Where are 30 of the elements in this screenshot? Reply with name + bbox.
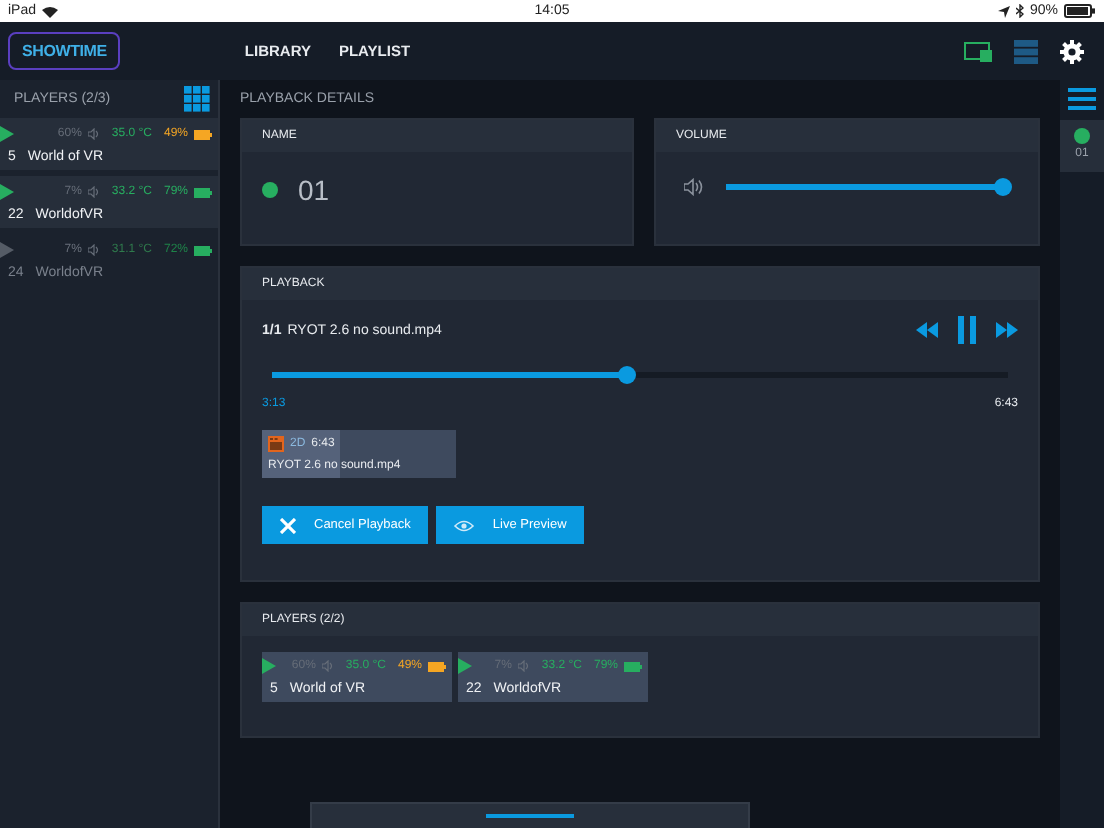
menu-icon[interactable]: [1068, 88, 1096, 110]
close-icon: [280, 517, 296, 533]
speaker-icon: [87, 128, 100, 140]
play-icon: [0, 126, 14, 142]
play-icon: [0, 242, 14, 258]
speaker-icon: [684, 178, 704, 196]
progress-slider[interactable]: [272, 372, 1008, 378]
pause-icon[interactable]: [958, 316, 976, 344]
location-icon: [997, 5, 1010, 17]
speaker-icon: [517, 660, 530, 672]
battery-icon: [1064, 4, 1096, 18]
speaker-icon: [87, 244, 100, 256]
speaker-icon: [321, 660, 334, 672]
speaker-icon: [87, 186, 100, 198]
bluetooth-icon: [1015, 4, 1024, 18]
play-icon: [262, 658, 276, 674]
film-icon: [268, 436, 284, 452]
settings-icon[interactable]: [1060, 39, 1084, 63]
rewind-icon[interactable]: [916, 322, 938, 338]
eye-icon: [454, 519, 475, 531]
play-icon: [458, 658, 472, 674]
grid-icon[interactable]: [184, 86, 210, 112]
player-name: 01: [298, 174, 330, 206]
app-logo: SHOWTIME: [8, 32, 121, 70]
play-icon: [0, 184, 14, 200]
drawer-handle[interactable]: [310, 802, 750, 828]
wifi-icon: [42, 5, 59, 17]
screen-icon[interactable]: [964, 41, 992, 61]
volume-slider[interactable]: [726, 184, 1010, 190]
fast-forward-icon[interactable]: [996, 322, 1018, 338]
